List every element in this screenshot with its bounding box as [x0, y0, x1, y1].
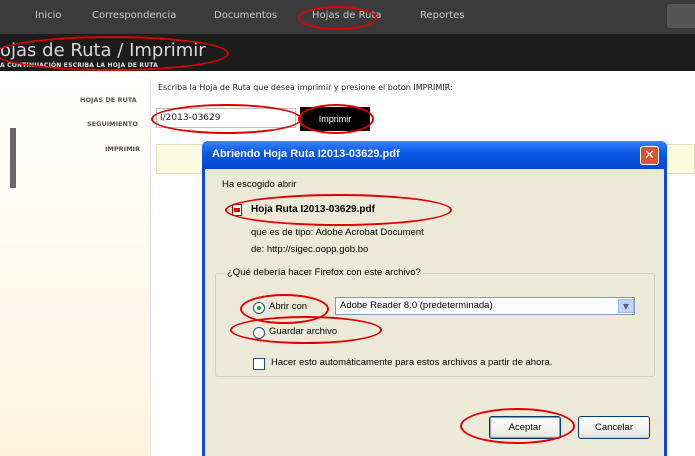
- dialog-titlebar[interactable]: Abriendo Hoja Ruta I2013-03629.pdf ✕: [202, 141, 667, 169]
- left-panel: [0, 71, 150, 456]
- close-icon[interactable]: ✕: [640, 146, 659, 165]
- auto-action-label[interactable]: Hacer esto automáticamente para estos ar…: [271, 357, 552, 368]
- dialog-body: Ha escogido abrir Hoja Ruta I2013-03629.…: [205, 169, 664, 456]
- column-divider: [150, 78, 151, 456]
- file-name: Hoja Ruta I2013-03629.pdf: [251, 204, 375, 215]
- nav-item-inicio[interactable]: Inicio: [35, 10, 61, 21]
- cancel-button[interactable]: Cancelar: [578, 416, 650, 439]
- save-file-label[interactable]: Guardar archivo: [269, 326, 337, 337]
- tracking-number-input[interactable]: [156, 108, 296, 128]
- label-hojas-de-ruta: HOJAS DE RUTA: [80, 96, 137, 104]
- nav-item-correspondencia[interactable]: Correspondencia: [92, 10, 176, 21]
- save-file-radio[interactable]: [253, 327, 265, 339]
- page-title: ojas de Ruta / Imprimir: [0, 40, 206, 61]
- file-source-text: de: http://sigec.oopp.gob.bo: [251, 244, 369, 255]
- open-with-label[interactable]: Abrir con: [269, 301, 307, 312]
- label-imprimir: IMPRIMIR: [105, 145, 140, 153]
- auto-action-checkbox[interactable]: [253, 358, 265, 370]
- nav-item-hojas-de-ruta[interactable]: Hojas de Ruta: [312, 10, 382, 21]
- chevron-down-icon[interactable]: ▼: [618, 299, 634, 313]
- chosen-open-text: Ha escogido abrir: [222, 179, 297, 190]
- download-dialog: Abriendo Hoja Ruta I2013-03629.pdf ✕ Ha …: [202, 141, 667, 456]
- application-select-value: Adobe Reader 8.0 (predeterminada): [340, 300, 493, 311]
- nav-right-widget[interactable]: [667, 4, 695, 28]
- page-subtitle: A CONTINUACIÓN ESCRIBA LA HOJA DE RUTA: [0, 62, 158, 69]
- file-type-text: que es de tipo: Adobe Acrobat Document: [251, 227, 424, 238]
- pdf-file-icon: [232, 204, 242, 216]
- print-button[interactable]: Imprimir: [300, 107, 370, 131]
- nav-item-reportes[interactable]: Reportes: [420, 10, 465, 21]
- ok-button[interactable]: Aceptar: [489, 416, 561, 439]
- open-with-radio[interactable]: [253, 302, 265, 314]
- label-seguimiento: SEGUIMIENTO: [87, 120, 138, 128]
- dialog-title: Abriendo Hoja Ruta I2013-03629.pdf: [212, 148, 400, 160]
- application-select[interactable]: Adobe Reader 8.0 (predeterminada) ▼: [335, 297, 635, 315]
- left-scroll-indicator: [10, 128, 16, 188]
- nav-item-documentos[interactable]: Documentos: [214, 10, 277, 21]
- action-question: ¿Qué debería hacer Firefox con este arch…: [225, 267, 423, 278]
- instruction-text: Escriba la Hoja de Ruta que desea imprim…: [158, 83, 453, 92]
